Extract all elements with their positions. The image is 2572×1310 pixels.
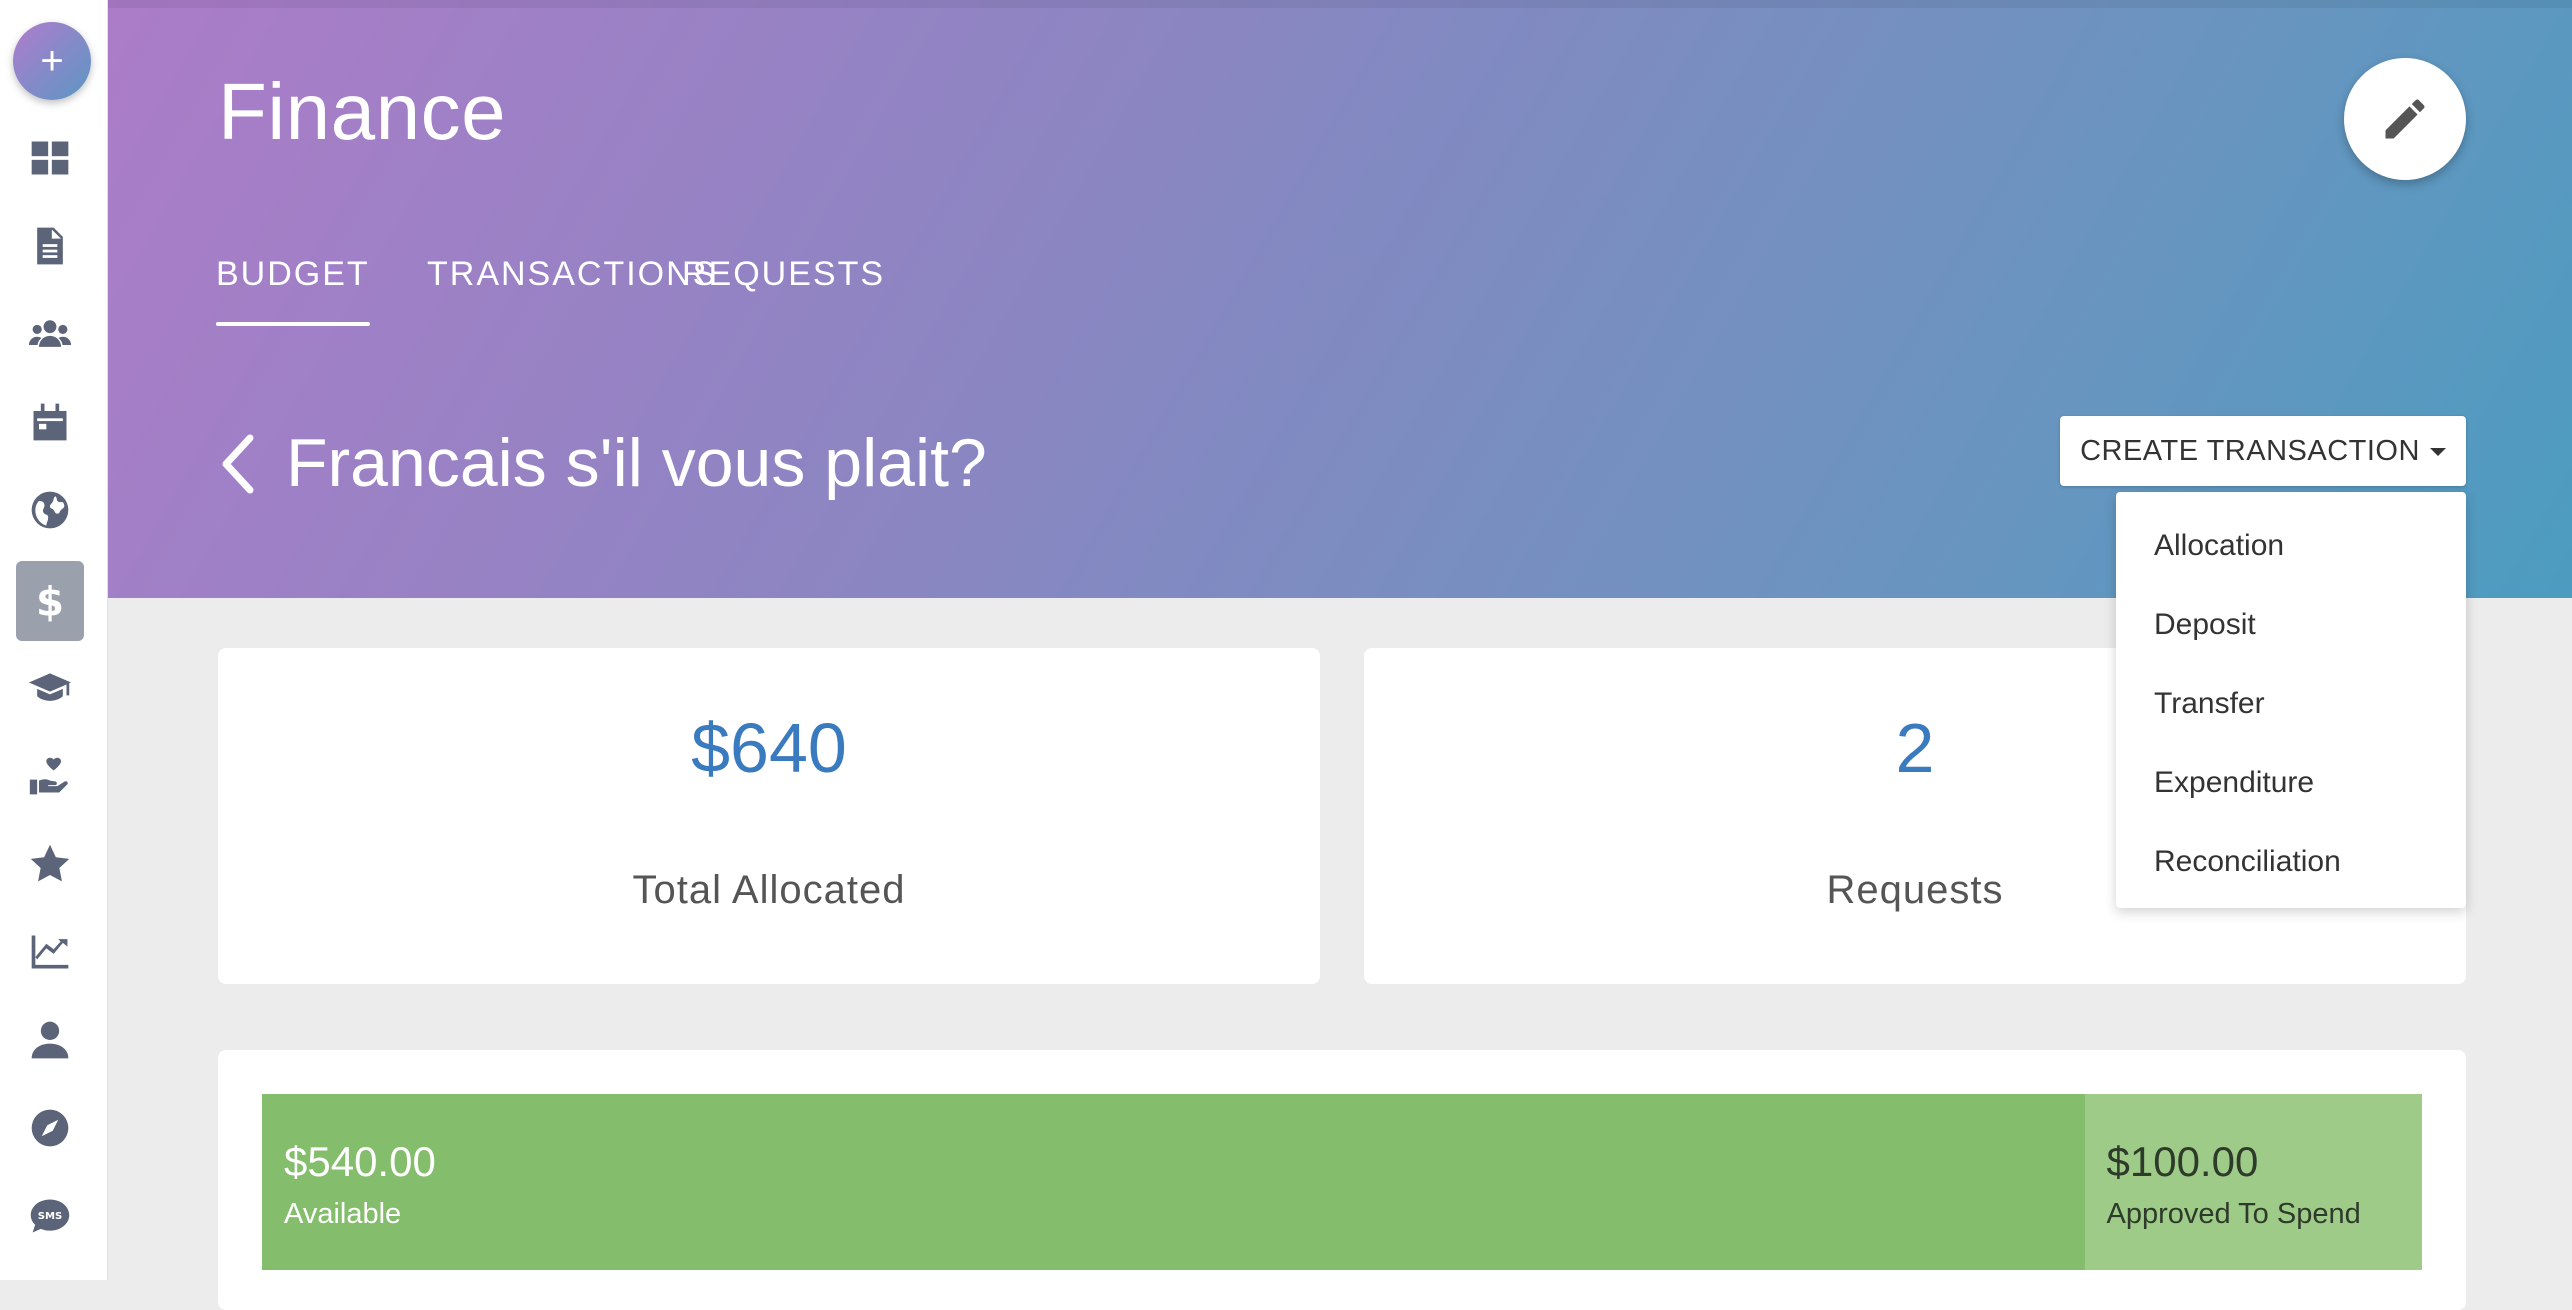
user-icon xyxy=(31,1021,69,1059)
budget-title: Francais s'il vous plait? xyxy=(286,425,987,501)
transaction-type-menu: Allocation Deposit Transfer Expenditure … xyxy=(2116,492,2466,908)
calendar-icon xyxy=(33,403,67,441)
total-allocated-card: $640 Total Allocated xyxy=(218,648,1320,984)
sms-icon: SMS xyxy=(30,1199,70,1233)
globe-icon xyxy=(31,491,69,529)
star-icon xyxy=(30,844,70,882)
sidebar-item-globe[interactable] xyxy=(16,470,84,550)
sidebar-item-education[interactable] xyxy=(16,648,84,728)
available-amount: $540.00 xyxy=(284,1138,436,1185)
menu-item-reconciliation[interactable]: Reconciliation xyxy=(2116,822,2466,901)
chart-line-icon xyxy=(31,935,69,969)
sidebar-item-explore[interactable] xyxy=(16,1088,84,1168)
create-transaction-label: CREATE TRANSACTION xyxy=(2080,434,2420,467)
menu-item-deposit[interactable]: Deposit xyxy=(2116,585,2466,664)
back-button[interactable] xyxy=(218,432,258,496)
sidebar-item-finance[interactable]: $ xyxy=(16,561,84,641)
total-allocated-value: $640 xyxy=(691,709,847,787)
chevron-left-icon xyxy=(222,434,254,494)
budget-breakdown-card: $540.00 Available $100.00 Approved To Sp… xyxy=(218,1050,2466,1310)
compass-icon xyxy=(31,1109,69,1147)
sidebar: + $ SMS xyxy=(0,0,108,1280)
page-title: Finance xyxy=(218,67,507,156)
approved-amount: $100.00 xyxy=(2106,1138,2259,1185)
tab-transactions[interactable]: TRANSACTIONS xyxy=(427,255,717,331)
tab-requests[interactable]: REQUESTS xyxy=(682,255,885,331)
available-label: Available xyxy=(284,1198,402,1230)
sidebar-item-analytics[interactable] xyxy=(16,912,84,992)
caret-down-icon xyxy=(2429,448,2446,456)
budget-bar: $540.00 Available $100.00 Approved To Sp… xyxy=(262,1094,2422,1270)
tab-budget[interactable]: BUDGET xyxy=(216,255,370,331)
sidebar-item-calendar[interactable] xyxy=(16,382,84,462)
dollar-icon: $ xyxy=(36,579,64,623)
total-allocated-label: Total Allocated xyxy=(632,868,906,912)
add-button[interactable]: + xyxy=(13,22,91,100)
menu-item-transfer[interactable]: Transfer xyxy=(2116,664,2466,743)
svg-text:SMS: SMS xyxy=(38,1211,63,1222)
menu-item-expenditure[interactable]: Expenditure xyxy=(2116,743,2466,822)
sidebar-item-members[interactable] xyxy=(16,294,84,374)
sidebar-item-dashboard[interactable] xyxy=(16,118,84,198)
approved-label: Approved To Spend xyxy=(2106,1198,2361,1230)
dashboard-icon xyxy=(31,141,69,175)
sidebar-item-volunteer[interactable] xyxy=(16,736,84,816)
document-icon xyxy=(37,227,63,265)
pencil-icon xyxy=(2385,99,2425,139)
sidebar-item-favorites[interactable] xyxy=(16,824,84,904)
header-top-border xyxy=(108,0,2572,8)
hand-heart-icon xyxy=(29,757,68,795)
approved-segment: $100.00 Approved To Spend xyxy=(2084,1094,2422,1270)
users-icon xyxy=(28,320,72,347)
sidebar-item-profile[interactable] xyxy=(16,1000,84,1080)
svg-text:$: $ xyxy=(36,579,64,623)
graduation-cap-icon xyxy=(28,673,72,701)
menu-item-allocation[interactable]: Allocation xyxy=(2116,506,2466,585)
available-segment: $540.00 Available xyxy=(262,1094,2085,1270)
sidebar-item-messages[interactable]: SMS xyxy=(16,1176,84,1256)
create-transaction-button[interactable]: CREATE TRANSACTION xyxy=(2060,416,2466,486)
sidebar-item-documents[interactable] xyxy=(16,206,84,286)
edit-button[interactable] xyxy=(2344,58,2466,180)
